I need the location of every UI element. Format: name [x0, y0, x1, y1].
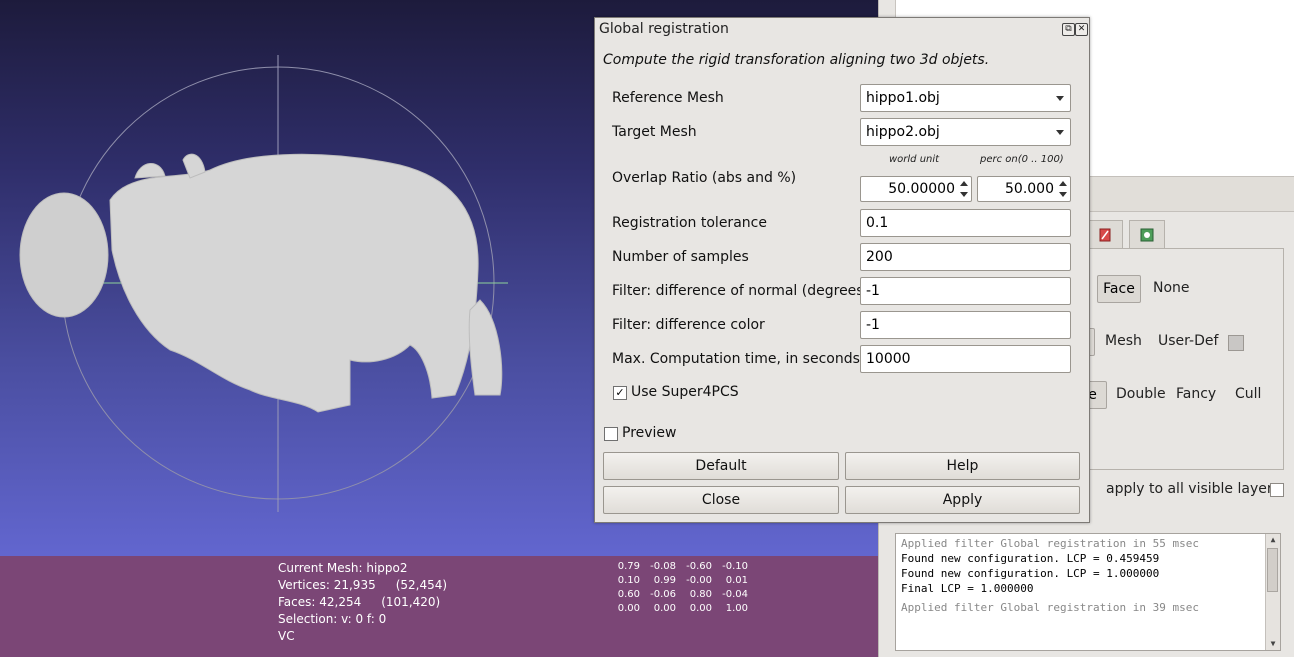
- normal-diff-label: Filter: difference of normal (degrees): [612, 283, 870, 299]
- userdef-color-swatch[interactable]: [1228, 335, 1244, 351]
- dialog-description: Compute the rigid transforation aligning…: [603, 52, 990, 68]
- help-button[interactable]: Help: [845, 452, 1080, 480]
- global-registration-dialog: Global registration ⧉ ✕ Compute the rigi…: [594, 17, 1090, 523]
- mesh-option[interactable]: Mesh: [1105, 333, 1142, 349]
- vertices-count: Vertices: 21,935: [278, 578, 376, 592]
- matrix-cell: 0.00: [617, 603, 640, 614]
- target-mesh-value: hippo2.obj: [866, 124, 940, 140]
- spin-up-icon[interactable]: [958, 178, 970, 189]
- default-button[interactable]: Default: [603, 452, 839, 480]
- gear-icon: [1140, 228, 1154, 241]
- matrix-cell: -0.06: [650, 589, 676, 600]
- log-scrollbar[interactable]: ▲ ▼: [1265, 534, 1280, 650]
- hippo-mesh: [19, 153, 503, 413]
- samples-input[interactable]: 200: [860, 243, 1071, 271]
- world-unit-label: world unit: [889, 154, 940, 165]
- close-button[interactable]: Close: [603, 486, 839, 514]
- matrix-cell: 0.10: [617, 575, 640, 586]
- spin-down-icon[interactable]: [1057, 189, 1069, 200]
- tab-gear[interactable]: [1129, 220, 1165, 248]
- overlap-abs-spinbox[interactable]: 50.00000: [860, 176, 972, 202]
- tolerance-label: Registration tolerance: [612, 215, 767, 231]
- double-option[interactable]: Double: [1116, 386, 1166, 402]
- scroll-thumb[interactable]: [1267, 548, 1278, 592]
- matrix-cell: 0.80: [689, 589, 712, 600]
- preview-label: Preview: [622, 425, 677, 441]
- selection-info: Selection: v: 0 f: 0: [278, 612, 387, 626]
- scroll-up-icon[interactable]: ▲: [1266, 534, 1280, 546]
- cull-option[interactable]: Cull: [1235, 386, 1261, 402]
- normal-diff-input[interactable]: -1: [860, 277, 1071, 305]
- log-line: Applied filter Global registration in 39…: [901, 601, 1200, 614]
- float-icon[interactable]: ⧉: [1062, 23, 1075, 36]
- super4pcs-label: Use Super4PCS: [631, 384, 739, 400]
- log-line: Found new configuration. LCP = 0.459459: [901, 552, 1160, 565]
- vertices-total: (52,454): [395, 578, 448, 592]
- matrix-cell: 0.99: [653, 575, 676, 586]
- overlap-label: Overlap Ratio (abs and %): [612, 170, 797, 186]
- dialog-title: Global registration: [599, 21, 729, 37]
- matrix-cell: -0.08: [650, 561, 676, 572]
- faces-total: (101,420): [381, 595, 441, 609]
- tab-brush[interactable]: [1087, 220, 1123, 248]
- log-console[interactable]: Applied filter Global registration in 55…: [895, 533, 1281, 651]
- transform-matrix: 0.79 -0.08 -0.60 -0.10 0.10 0.99 -0.00 0.01 0.…: [608, 560, 752, 616]
- max-time-input[interactable]: 10000: [860, 345, 1071, 373]
- apply-button[interactable]: Apply: [845, 486, 1080, 514]
- color-diff-input[interactable]: -1: [860, 311, 1071, 339]
- samples-label: Number of samples: [612, 249, 749, 265]
- matrix-cell: 0.00: [653, 603, 676, 614]
- scroll-down-icon[interactable]: ▼: [1266, 638, 1280, 650]
- matrix-cell: -0.00: [686, 575, 712, 586]
- log-line: Applied filter Global registration in 55…: [901, 537, 1200, 550]
- matrix-cell: -0.04: [722, 589, 748, 600]
- close-icon[interactable]: ✕: [1075, 23, 1088, 36]
- perc-label: perc on(0 .. 100): [980, 154, 1064, 165]
- none-option[interactable]: None: [1153, 280, 1190, 296]
- chevron-down-icon: [1056, 130, 1064, 135]
- mesh-info: Current Mesh: hippo2 Vertices: 21,935 (52…: [278, 560, 447, 645]
- matrix-row: 0.00 0.00 0.00 1.00: [608, 602, 752, 616]
- chevron-down-icon: [1056, 96, 1064, 101]
- fancy-option[interactable]: Fancy: [1176, 386, 1216, 402]
- max-time-label: Max. Computation time, in seconds: [612, 351, 860, 367]
- log-line: Final LCP = 1.000000: [901, 582, 1034, 595]
- apply-all-label: apply to all visible layers: [1106, 481, 1280, 497]
- faces-count: Faces: 42,254: [278, 595, 362, 609]
- overlap-pct-value: 50.000: [1005, 181, 1054, 197]
- preview-checkbox[interactable]: [604, 427, 618, 441]
- brush-icon: [1099, 228, 1111, 241]
- target-mesh-select[interactable]: hippo2.obj: [860, 118, 1071, 146]
- reference-mesh-select[interactable]: hippo1.obj: [860, 84, 1071, 112]
- status-info-bar: Current Mesh: hippo2 Vertices: 21,935 (52…: [0, 556, 878, 657]
- matrix-cell: 0.79: [617, 561, 640, 572]
- reference-mesh-label: Reference Mesh: [612, 90, 724, 106]
- matrix-row: 0.10 0.99 -0.00 0.01: [608, 574, 752, 588]
- vc-label: VC: [278, 629, 295, 643]
- reference-mesh-value: hippo1.obj: [866, 90, 940, 106]
- spin-down-icon[interactable]: [958, 189, 970, 200]
- spin-up-icon[interactable]: [1057, 178, 1069, 189]
- color-diff-label: Filter: difference color: [612, 317, 765, 333]
- matrix-cell: -0.10: [722, 561, 748, 572]
- target-mesh-label: Target Mesh: [612, 124, 697, 140]
- log-line: Found new configuration. LCP = 1.000000: [901, 567, 1160, 580]
- overlap-pct-spinbox[interactable]: 50.000: [977, 176, 1071, 202]
- tolerance-input[interactable]: 0.1: [860, 209, 1071, 237]
- matrix-row: 0.79 -0.08 -0.60 -0.10: [608, 560, 752, 574]
- super4pcs-checkbox[interactable]: ✓: [613, 386, 627, 400]
- overlap-abs-value: 50.00000: [888, 181, 955, 197]
- userdef-option[interactable]: User-Def: [1158, 333, 1218, 349]
- matrix-row: 0.60 -0.06 0.80 -0.04: [608, 588, 752, 602]
- matrix-cell: -0.60: [686, 561, 712, 572]
- face-button[interactable]: Face: [1097, 275, 1141, 303]
- matrix-cell: 0.60: [617, 589, 640, 600]
- apply-all-checkbox[interactable]: [1270, 483, 1284, 497]
- matrix-cell: 0.00: [689, 603, 712, 614]
- matrix-cell: 1.00: [725, 603, 748, 614]
- matrix-cell: 0.01: [725, 575, 748, 586]
- current-mesh-label: Current Mesh: hippo2: [278, 561, 408, 575]
